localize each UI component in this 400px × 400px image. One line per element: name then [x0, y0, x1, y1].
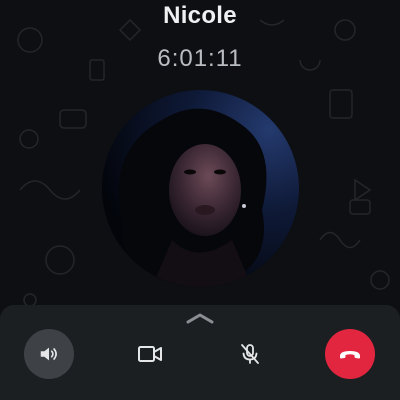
speaker-button[interactable] [24, 329, 74, 379]
contact-name: Nicole [163, 2, 237, 29]
expand-handle-icon[interactable] [185, 311, 215, 325]
microphone-off-icon [241, 344, 259, 364]
contact-avatar [102, 90, 299, 287]
end-call-button[interactable] [325, 329, 375, 379]
phone-hangup-icon [340, 351, 360, 359]
call-duration: 6:01:11 [157, 45, 243, 72]
video-button[interactable] [125, 329, 175, 379]
mute-button[interactable] [225, 329, 275, 379]
call-control-panel [0, 305, 400, 400]
video-camera-icon [138, 346, 162, 362]
speaker-icon [40, 347, 57, 361]
call-screen: Nicole 6:01:11 [0, 0, 400, 400]
